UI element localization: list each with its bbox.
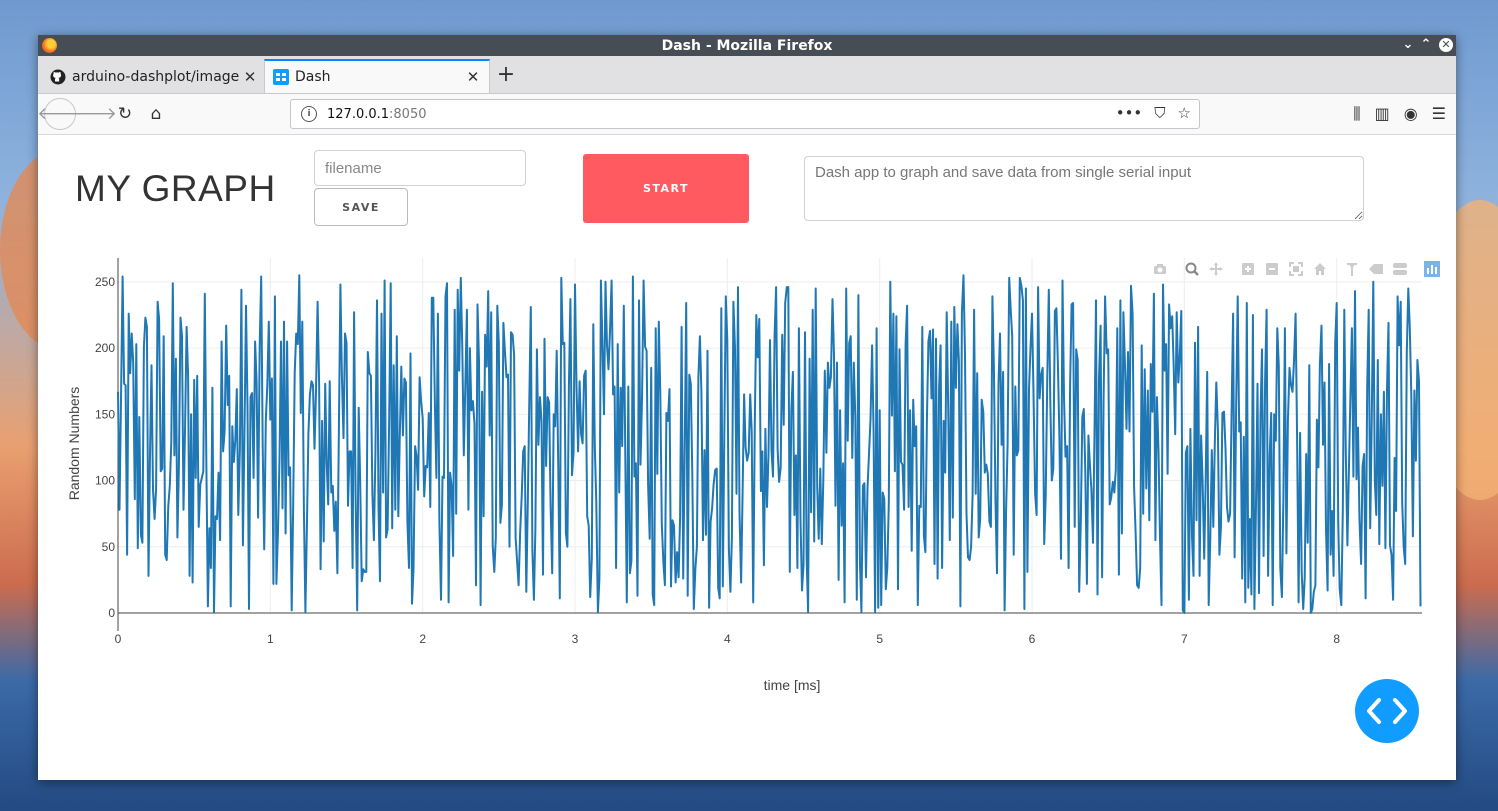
navigation-bar: 🡐 🡒 ↻ ⌂ i 127.0.0.1:8050 ••• ⛉ ☆ ⫼ ▥ ◉ ☰ <box>37 94 1456 135</box>
minimize-chevron-icon[interactable]: ⌄ <box>1400 37 1416 52</box>
x-tick-label: 5 <box>876 632 883 646</box>
zoom-icon[interactable] <box>1183 260 1201 278</box>
page-title: MY GRAPH <box>75 168 276 209</box>
y-axis-title: Random Numbers <box>66 387 82 501</box>
tab-label: Dash <box>295 69 331 85</box>
tab-dash[interactable]: Dash ✕ <box>264 59 490 93</box>
y-tick-label: 50 <box>102 540 116 554</box>
x-tick-label: 1 <box>267 632 274 646</box>
dash-favicon-icon <box>273 69 289 85</box>
plotly-logo-icon[interactable] <box>1423 260 1441 278</box>
tab-label: arduino-dashplot/image <box>72 68 240 85</box>
library-icon[interactable]: ⫼ <box>1353 104 1360 124</box>
save-button[interactable]: SAVE <box>314 188 408 226</box>
pocket-icon[interactable]: ⛉ <box>1154 104 1165 122</box>
plotly-modebar <box>1151 260 1441 278</box>
description-textarea[interactable] <box>804 156 1364 221</box>
close-tab-icon[interactable]: ✕ <box>240 68 260 86</box>
tab-github[interactable]: arduino-dashplot/image ✕ <box>42 60 266 93</box>
maximize-chevron-icon[interactable]: ⌃ <box>1418 37 1434 52</box>
x-tick-label: 3 <box>572 632 579 646</box>
x-tick-label: 6 <box>1029 632 1036 646</box>
x-tick-label: 8 <box>1333 632 1340 646</box>
line-chart[interactable]: 0 50 100 150 200 250 0 1 2 3 4 5 6 7 8 time [ms] Random … <box>38 255 1456 695</box>
dash-debug-menu-button[interactable] <box>1355 679 1419 743</box>
tab-bar: arduino-dashplot/image ✕ Dash ✕ + <box>38 56 1456 94</box>
page-actions-ellipsis-icon[interactable]: ••• <box>1116 104 1143 122</box>
autoscale-icon[interactable] <box>1287 260 1305 278</box>
x-tick-label: 2 <box>419 632 426 646</box>
hover-closest-icon[interactable] <box>1367 260 1385 278</box>
hamburger-menu-icon[interactable]: ☰ <box>1432 104 1446 124</box>
url-host: 127.0.0.1 <box>327 106 390 122</box>
close-tab-icon[interactable]: ✕ <box>463 68 483 86</box>
browser-window: Dash - Mozilla Firefox ⌄ ⌃ ✕ arduino-das… <box>37 35 1456 780</box>
account-icon[interactable]: ◉ <box>1404 104 1418 124</box>
hover-compare-icon[interactable] <box>1391 260 1409 278</box>
spike-lines-icon[interactable] <box>1343 260 1361 278</box>
camera-icon[interactable] <box>1151 260 1169 278</box>
x-tick-label: 0 <box>115 632 122 646</box>
y-tick-label: 150 <box>95 407 115 421</box>
code-brackets-icon <box>1367 698 1407 724</box>
new-tab-plus-icon[interactable]: + <box>496 62 516 87</box>
window-title: Dash - Mozilla Firefox <box>661 37 833 54</box>
sidebar-toggle-icon[interactable]: ▥ <box>1375 104 1390 124</box>
github-icon <box>50 69 66 85</box>
firefox-icon <box>42 38 57 53</box>
x-tick-label: 4 <box>724 632 731 646</box>
bookmark-star-icon[interactable]: ☆ <box>1178 104 1191 122</box>
zoom-in-icon[interactable] <box>1239 260 1257 278</box>
series-line <box>117 274 1422 614</box>
pan-icon[interactable] <box>1207 260 1225 278</box>
site-info-icon[interactable]: i <box>301 106 317 122</box>
zoom-out-icon[interactable] <box>1263 260 1281 278</box>
url-port: :8050 <box>389 106 427 122</box>
url-bar[interactable]: i 127.0.0.1:8050 ••• ⛉ ☆ <box>290 99 1200 129</box>
filename-input[interactable] <box>314 150 526 186</box>
page-content: MY GRAPH SAVE START 0 50 100 150 200 250 0 1 2 3 4… <box>38 135 1456 780</box>
y-tick-label: 200 <box>95 341 115 355</box>
close-window-icon[interactable]: ✕ <box>1439 38 1453 52</box>
x-axis-title: time [ms] <box>764 677 821 693</box>
reset-axes-icon[interactable] <box>1311 260 1329 278</box>
forward-arrow-icon[interactable]: 🡒 <box>71 100 117 128</box>
start-button[interactable]: START <box>583 154 749 223</box>
home-icon[interactable]: ⌂ <box>142 100 170 128</box>
y-tick-label: 100 <box>95 474 115 488</box>
reload-icon[interactable]: ↻ <box>111 100 139 128</box>
x-tick-label: 7 <box>1181 632 1188 646</box>
title-bar: Dash - Mozilla Firefox ⌄ ⌃ ✕ <box>38 35 1456 56</box>
y-tick-label: 0 <box>108 606 115 620</box>
y-tick-label: 250 <box>95 275 115 289</box>
